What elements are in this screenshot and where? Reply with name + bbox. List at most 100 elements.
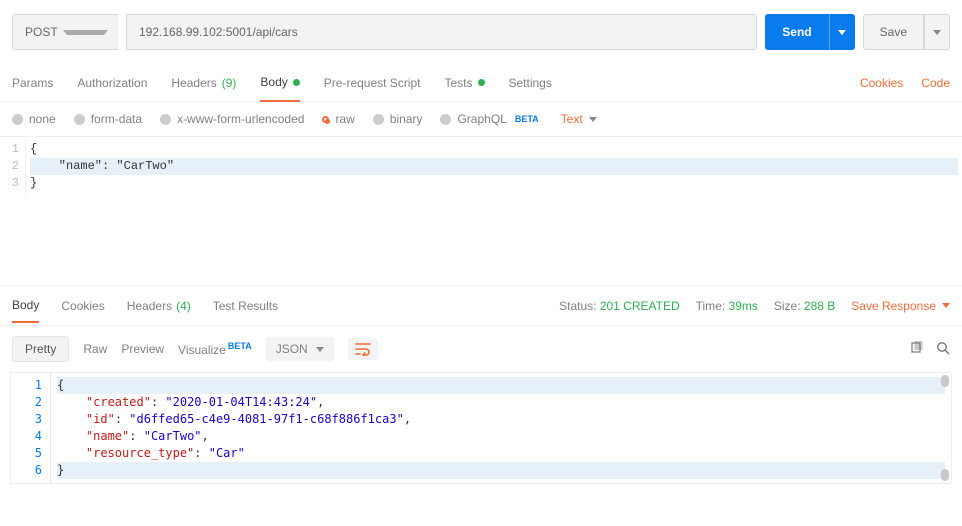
radio-icon [74, 114, 85, 125]
response-body-editor[interactable]: 123456 { "created": "2020-01-04T14:43:24… [10, 372, 952, 484]
tab-label: Params [12, 76, 53, 90]
response-format-dropdown[interactable]: JSON [266, 337, 334, 361]
json-key: "resource_type" [86, 446, 194, 460]
line-number-gutter: 123456 [11, 373, 51, 483]
status-block: Status: 201 CREATED [559, 299, 680, 313]
tab-tests[interactable]: Tests [444, 64, 484, 101]
status-label: Status: [559, 299, 596, 313]
body-type-binary[interactable]: binary [373, 112, 423, 126]
raw-text-type-dropdown[interactable]: Text [561, 112, 597, 126]
modified-dot-icon [478, 79, 485, 86]
code-content: { "name": "CarTwo" } [26, 137, 962, 196]
search-response-button[interactable] [936, 341, 950, 358]
tab-params[interactable]: Params [12, 64, 53, 101]
time-label: Time: [696, 299, 726, 313]
send-button-group: Send [765, 14, 854, 50]
radio-icon [440, 114, 451, 125]
tab-label: Headers [127, 299, 172, 313]
save-dropdown-button[interactable] [924, 14, 950, 50]
time-value: 39ms [729, 299, 758, 313]
cookies-link[interactable]: Cookies [860, 76, 903, 90]
radio-icon [160, 114, 171, 125]
tab-label: Tests [444, 76, 472, 90]
beta-badge: BETA [515, 114, 539, 124]
url-text: 192.168.99.102:5001/api/cars [139, 25, 298, 39]
tab-label: Test Results [213, 299, 278, 313]
response-tab-body[interactable]: Body [12, 298, 39, 323]
chevron-down-icon [589, 117, 597, 122]
size-value: 288 B [804, 299, 835, 313]
response-view-pretty[interactable]: Pretty [12, 336, 69, 362]
size-block: Size: 288 B [774, 299, 835, 313]
send-label: Send [782, 25, 811, 39]
radio-label: GraphQL [457, 112, 506, 126]
dropdown-label: Text [561, 112, 583, 126]
response-tab-test-results[interactable]: Test Results [213, 298, 278, 313]
body-type-urlencoded[interactable]: x-www-form-urlencoded [160, 112, 304, 126]
scrollbar-thumb[interactable] [941, 375, 949, 387]
wrap-icon [355, 342, 371, 356]
size-label: Size: [774, 299, 801, 313]
send-button[interactable]: Send [765, 14, 828, 50]
tab-label: Headers [171, 76, 216, 90]
request-url-input[interactable]: 192.168.99.102:5001/api/cars [126, 14, 757, 50]
tab-headers[interactable]: Headers (9) [171, 64, 236, 101]
code-content: { "created": "2020-01-04T14:43:24", "id"… [51, 373, 951, 483]
chevron-down-icon [316, 347, 324, 352]
chevron-down-icon [838, 30, 846, 35]
body-type-graphql[interactable]: GraphQL BETA [440, 112, 538, 126]
radio-label: raw [335, 112, 354, 126]
save-button[interactable]: Save [863, 14, 924, 50]
response-view-preview[interactable]: Preview [121, 342, 164, 356]
body-type-formdata[interactable]: form-data [74, 112, 142, 126]
response-view-visualize[interactable]: VisualizeBETA [178, 341, 252, 357]
tab-authorization[interactable]: Authorization [77, 64, 147, 101]
btn-label: Preview [121, 342, 164, 356]
headers-count: (4) [176, 299, 191, 313]
response-view-raw[interactable]: Raw [83, 342, 107, 356]
radio-label: x-www-form-urlencoded [177, 112, 304, 126]
save-button-group: Save [863, 14, 950, 50]
save-label: Save [880, 25, 907, 39]
tab-label: Settings [509, 76, 552, 90]
json-value: "CarTwo" [144, 429, 202, 443]
chevron-down-icon [942, 303, 950, 308]
tab-label: Cookies [61, 299, 104, 313]
save-response-label: Save Response [851, 299, 936, 313]
radio-label: none [29, 112, 56, 126]
tab-body[interactable]: Body [260, 65, 299, 102]
send-dropdown-button[interactable] [829, 14, 855, 50]
copy-response-button[interactable] [910, 341, 924, 358]
search-icon [936, 341, 950, 355]
format-label: JSON [276, 342, 308, 356]
tab-label: Body [260, 75, 287, 89]
json-value: "Car" [209, 446, 245, 460]
http-method-label: POST [25, 25, 63, 39]
copy-icon [910, 341, 924, 355]
http-method-dropdown[interactable]: POST [12, 14, 118, 50]
wrap-lines-button[interactable] [348, 338, 378, 360]
tab-settings[interactable]: Settings [509, 64, 552, 101]
request-body-editor[interactable]: 123 { "name": "CarTwo" } [0, 137, 962, 196]
tab-label: Pre-request Script [324, 76, 421, 90]
json-key: "created" [86, 395, 151, 409]
body-type-raw[interactable]: raw [322, 112, 354, 126]
code-text: } [30, 176, 37, 190]
tab-label: Body [12, 298, 39, 312]
radio-icon [12, 114, 23, 125]
tab-prerequest-script[interactable]: Pre-request Script [324, 64, 421, 101]
scrollbar-thumb[interactable] [941, 469, 949, 481]
code-link[interactable]: Code [921, 76, 950, 90]
radio-icon [322, 116, 329, 123]
radio-icon [373, 114, 384, 125]
headers-count: (9) [222, 76, 237, 90]
body-type-none[interactable]: none [12, 112, 56, 126]
btn-label: Raw [83, 342, 107, 356]
code-text: "name": "CarTwo" [30, 159, 174, 173]
response-tab-cookies[interactable]: Cookies [61, 298, 104, 313]
response-tab-headers[interactable]: Headers (4) [127, 298, 191, 313]
save-response-button[interactable]: Save Response [851, 299, 950, 313]
btn-label: Visualize [178, 343, 226, 357]
code-text: { [30, 142, 37, 156]
beta-badge: BETA [228, 341, 252, 351]
